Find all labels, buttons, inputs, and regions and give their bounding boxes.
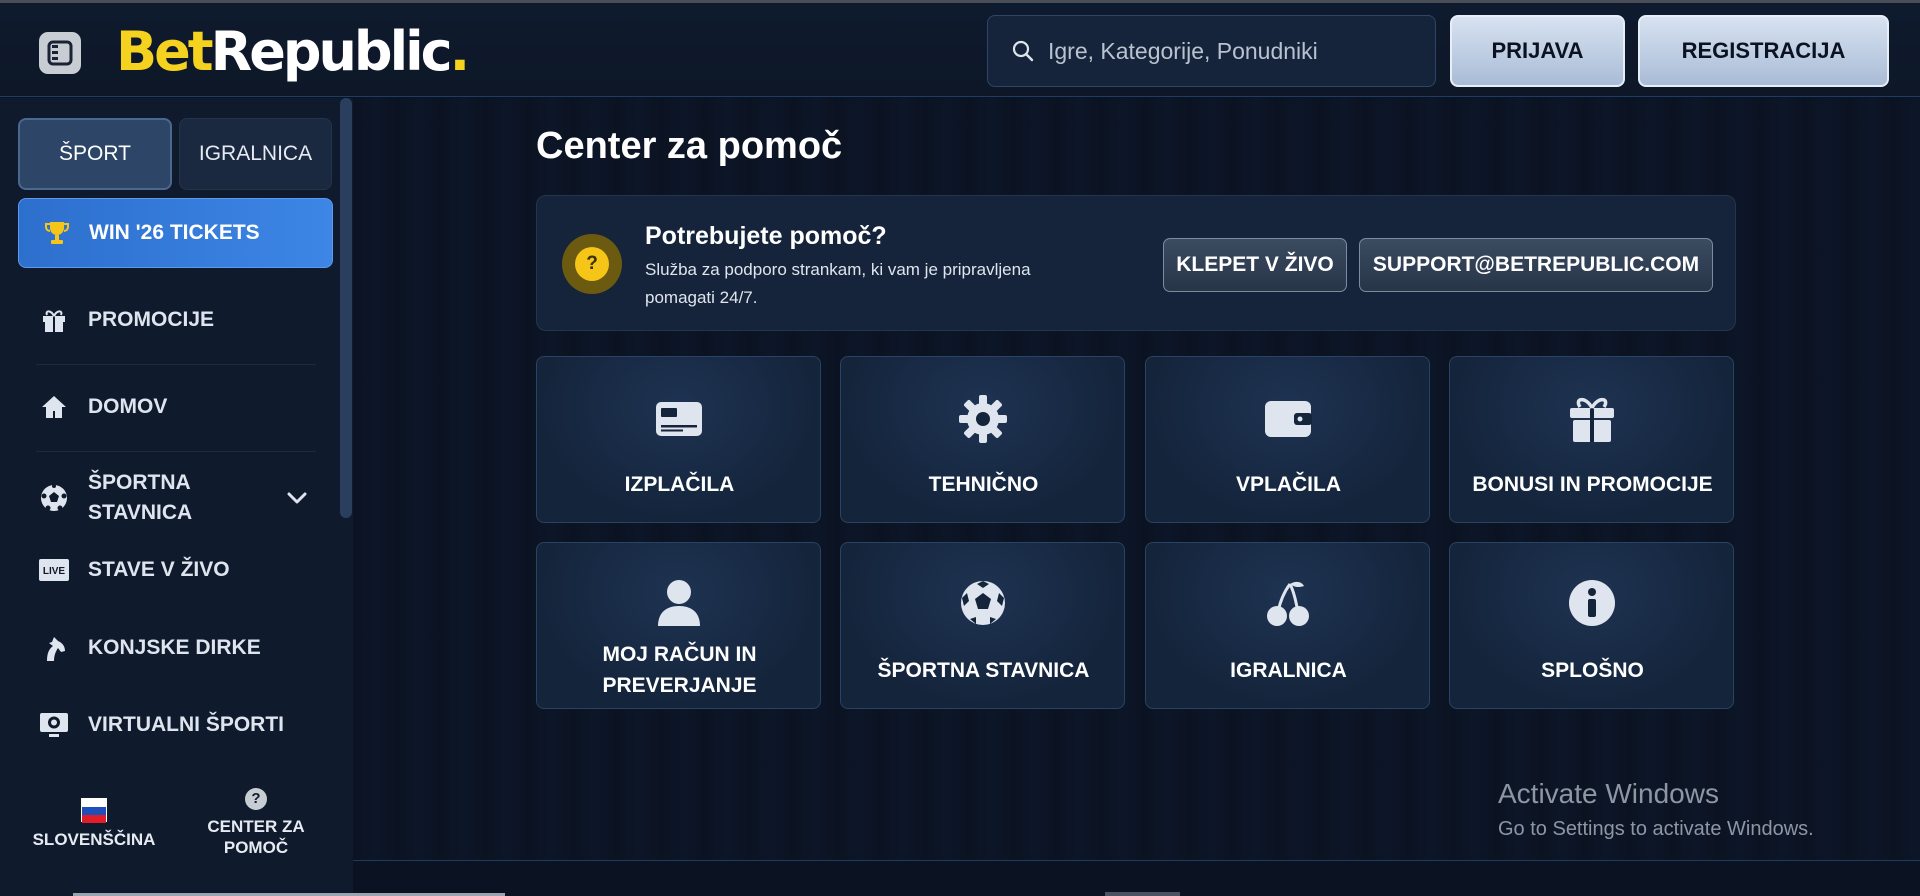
live-chat-button[interactable]: KLEPET V ŽIVO bbox=[1163, 238, 1347, 292]
horse-icon bbox=[38, 632, 70, 664]
search-icon bbox=[1012, 40, 1034, 62]
sidebar-item-domov[interactable]: DOMOV bbox=[18, 372, 333, 442]
credit-card-icon bbox=[537, 393, 820, 445]
label-line-1: ŠPORTNA bbox=[88, 471, 191, 494]
language-selector[interactable]: SLOVENŠČINA bbox=[24, 798, 164, 878]
sidebar-item-label: STAVE V ŽIVO bbox=[88, 558, 230, 581]
bottom-bar bbox=[353, 860, 1920, 896]
label-line-2: PREVERJANJE bbox=[602, 674, 757, 697]
help-label-line-2: POMOČ bbox=[223, 838, 289, 857]
trophy-icon bbox=[45, 222, 69, 244]
category-card-bonusi-in-promocije[interactable]: BONUSI IN PROMOCIJE bbox=[1449, 356, 1734, 523]
page-title: Center za pomoč bbox=[536, 125, 843, 167]
search-box[interactable] bbox=[987, 15, 1436, 87]
help-banner-title: Potrebujete pomoč? bbox=[645, 222, 887, 250]
help-banner: ? Potrebujete pomoč? Služba za podporo s… bbox=[536, 195, 1736, 331]
logo-dot: . bbox=[449, 20, 470, 83]
sidebar-item-label: PROMOCIJE bbox=[88, 308, 215, 331]
category-label: SPLOŠNO bbox=[1541, 659, 1644, 682]
category-label: BONUSI IN PROMOCIJE bbox=[1472, 473, 1713, 496]
category-card-igralnica[interactable]: IGRALNICA bbox=[1145, 542, 1430, 709]
question-icon: ? bbox=[245, 788, 267, 810]
live-icon: LIVE bbox=[38, 554, 70, 586]
category-card-izplacila[interactable]: IZPLAČILA bbox=[536, 356, 821, 523]
category-label: VPLAČILA bbox=[1236, 473, 1341, 496]
cherries-icon bbox=[1146, 577, 1429, 629]
tab-sport[interactable]: ŠPORT bbox=[18, 118, 172, 190]
sidebar-item-stave-v-zivo[interactable]: LIVE STAVE V ŽIVO bbox=[18, 535, 333, 605]
category-label: MOJ RAČUN IN PREVERJANJE bbox=[547, 639, 812, 701]
betrepublic-logo[interactable]: BetRepublic. bbox=[116, 17, 470, 87]
sidebar-divider bbox=[36, 364, 316, 365]
sidebar-item-label: DOMOV bbox=[88, 395, 168, 418]
watermark-line-1: Activate Windows bbox=[1498, 778, 1719, 809]
wallet-icon bbox=[1146, 393, 1429, 445]
top-header: BetRepublic. PRIJAVA REGISTRACIJA bbox=[0, 3, 1920, 97]
virtual-sports-icon bbox=[38, 709, 70, 741]
win-tickets-button[interactable]: WIN '26 TICKETS bbox=[18, 198, 333, 268]
sidebar-item-label: KONJSKE DIRKE bbox=[88, 636, 261, 659]
windows-activation-watermark: Activate Windows Go to Settings to activ… bbox=[1498, 778, 1814, 841]
sidebar-item-label: ŠPORTNA STAVNICA bbox=[88, 468, 192, 528]
gear-icon bbox=[841, 393, 1124, 445]
sidebar-item-sportna-stavnica[interactable]: ŠPORTNA STAVNICA bbox=[18, 458, 333, 538]
label-line-2: STAVNICA bbox=[88, 501, 193, 524]
soccer-ball-icon bbox=[38, 482, 70, 514]
sidebar-toggle-button[interactable] bbox=[39, 32, 81, 74]
watermark-line-2: Go to Settings to activate Windows. bbox=[1498, 818, 1814, 840]
category-card-moj-racun[interactable]: MOJ RAČUN IN PREVERJANJE bbox=[536, 542, 821, 709]
login-button[interactable]: PRIJAVA bbox=[1450, 15, 1625, 87]
category-label: TEHNIČNO bbox=[928, 473, 1039, 496]
help-center-link[interactable]: ? CENTER ZA POMOČ bbox=[186, 788, 326, 878]
language-label: SLOVENŠČINA bbox=[32, 830, 156, 849]
gift-icon bbox=[38, 304, 70, 336]
logo-bet-text: Bet bbox=[116, 20, 214, 83]
category-card-vplacila[interactable]: VPLAČILA bbox=[1145, 356, 1430, 523]
register-button[interactable]: REGISTRACIJA bbox=[1638, 15, 1889, 87]
category-card-splosno[interactable]: SPLOŠNO bbox=[1449, 542, 1734, 709]
label-line-1: MOJ RAČUN IN bbox=[602, 643, 757, 666]
chevron-down-icon[interactable] bbox=[285, 486, 309, 510]
slovenia-flag-icon bbox=[81, 798, 107, 823]
help-banner-description: Služba za podporo strankam, ki vam je pr… bbox=[645, 260, 1031, 307]
support-email-button[interactable]: SUPPORT@BETREPUBLIC.COM bbox=[1359, 238, 1713, 292]
gift-icon bbox=[1450, 393, 1733, 445]
logo-republic-text: Republic bbox=[210, 20, 453, 83]
horizontal-scrollbar-secondary[interactable] bbox=[1105, 892, 1180, 896]
svg-text:LIVE: LIVE bbox=[43, 566, 66, 577]
tab-casino[interactable]: IGRALNICA bbox=[179, 118, 332, 190]
home-icon bbox=[38, 391, 70, 423]
sidebar-item-promocije[interactable]: PROMOCIJE bbox=[18, 285, 333, 355]
sidebar-scrollbar[interactable] bbox=[340, 98, 352, 518]
sidebar-item-konjske-dirke[interactable]: KONJSKE DIRKE bbox=[18, 613, 333, 683]
soccer-ball-icon bbox=[841, 577, 1124, 629]
user-icon bbox=[537, 577, 820, 629]
sidebar-item-label: VIRTUALNI ŠPORTI bbox=[88, 713, 285, 736]
sidebar-toggle-icon bbox=[47, 40, 73, 66]
sidebar-divider bbox=[36, 451, 316, 452]
search-input[interactable] bbox=[1048, 37, 1408, 65]
sidebar: ŠPORT IGRALNICA WIN '26 TICKETS PROMOCIJ… bbox=[0, 98, 353, 896]
sidebar-item-virtualni-sporti[interactable]: VIRTUALNI ŠPORTI bbox=[18, 690, 333, 760]
win-tickets-label: WIN '26 TICKETS bbox=[89, 221, 260, 244]
help-label-line-1: CENTER ZA bbox=[207, 817, 305, 836]
category-card-sportna-stavnica[interactable]: ŠPORTNA STAVNICA bbox=[840, 542, 1125, 709]
category-label: IZPLAČILA bbox=[624, 473, 735, 496]
category-label: ŠPORTNA STAVNICA bbox=[877, 659, 1090, 682]
category-card-tehnicno[interactable]: TEHNIČNO bbox=[840, 356, 1125, 523]
info-icon bbox=[1450, 577, 1733, 629]
help-question-icon: ? bbox=[562, 234, 622, 294]
category-label: IGRALNICA bbox=[1230, 659, 1347, 682]
